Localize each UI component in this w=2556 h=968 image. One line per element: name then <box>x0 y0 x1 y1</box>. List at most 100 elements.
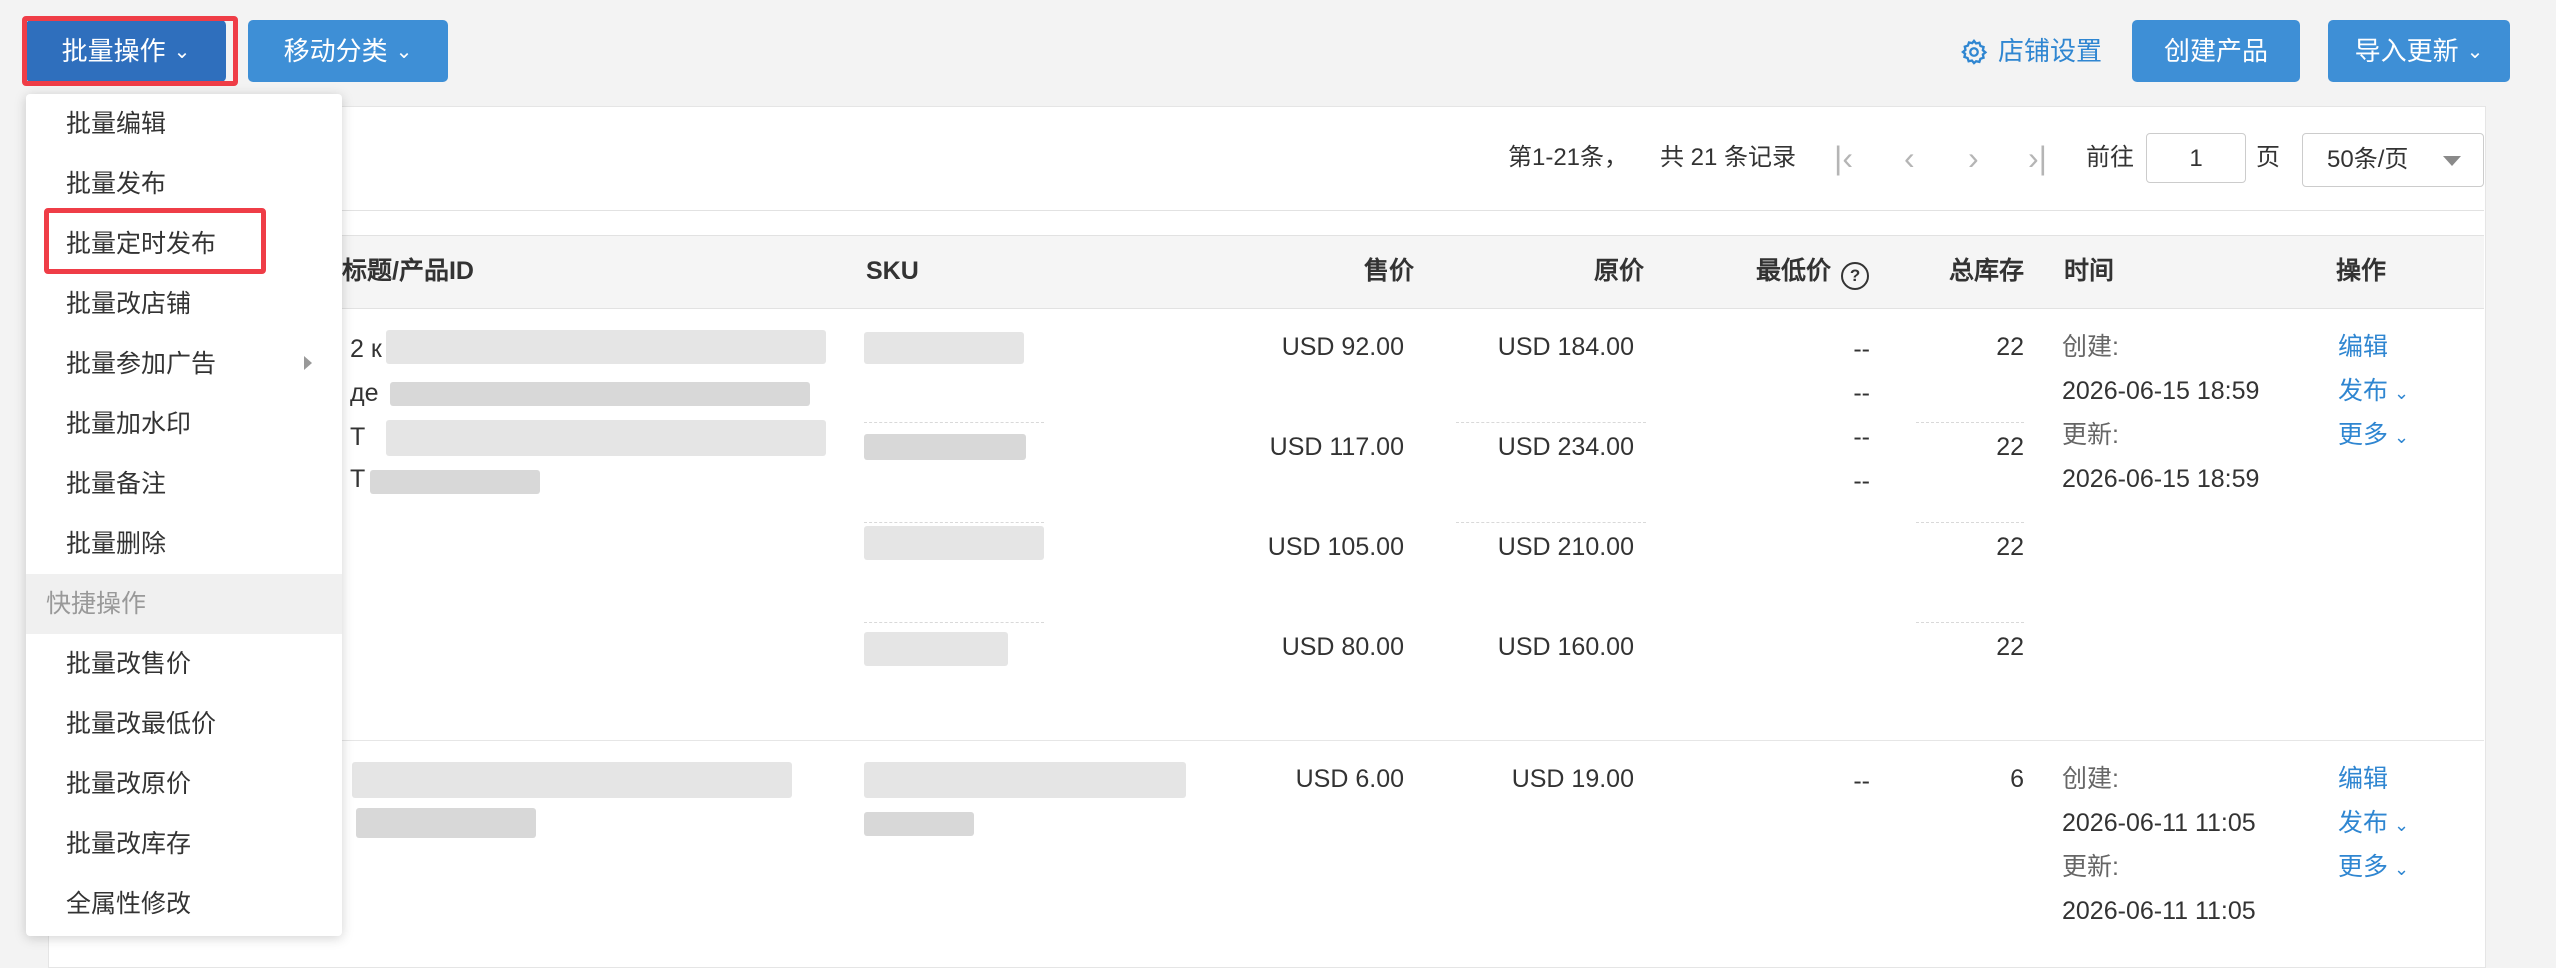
created-label: 创建: <box>2062 765 2119 793</box>
header-stock: 总库存 <box>1948 257 2024 285</box>
title-fragment: 2 к <box>350 335 382 363</box>
updated-label: 更新: <box>2062 853 2119 881</box>
first-page-icon[interactable]: |‹ <box>1834 140 1853 176</box>
page-size-select[interactable]: 50条/页 <box>2302 133 2484 187</box>
publish-label: 发布 <box>2338 377 2389 405</box>
min-price-value: -- <box>1853 767 1870 795</box>
updated-label: 更新: <box>2062 421 2119 449</box>
edit-link[interactable]: 编辑 <box>2338 762 2388 796</box>
created-time: 2026-06-11 11:05 <box>2062 809 2256 837</box>
import-update-button[interactable]: 导入更新 ⌄ <box>2328 20 2510 82</box>
header-price: 售价 <box>1363 257 1414 285</box>
created-label: 创建: <box>2062 333 2119 361</box>
price-value: USD 105.00 <box>1267 533 1404 561</box>
header-min-price: 最低价? <box>1756 253 1870 290</box>
title-fragment: Т <box>350 465 366 493</box>
last-page-icon[interactable]: ›| <box>2028 140 2047 176</box>
move-category-button[interactable]: 移动分类 ⌄ <box>248 20 448 82</box>
original-price-value: USD 160.00 <box>1497 633 1634 661</box>
divider <box>1916 522 2024 523</box>
gear-icon <box>1961 39 1988 65</box>
blurred-sku <box>864 526 1044 560</box>
page-size-value: 50条/页 <box>2327 146 2409 173</box>
min-price-value: -- <box>1853 423 1870 451</box>
menu-item-batch-note[interactable]: 批量备注 <box>66 464 166 504</box>
blurred-sku <box>864 812 974 836</box>
blurred-title <box>370 470 540 494</box>
updated-time: 2026-06-11 11:05 <box>2062 897 2256 925</box>
edit-link[interactable]: 编辑 <box>2338 330 2388 364</box>
more-label: 更多 <box>2338 421 2389 449</box>
blurred-title <box>352 762 792 798</box>
menu-group-label: 快捷操作 <box>46 590 147 618</box>
stock-value: 6 <box>2010 765 2024 793</box>
pager-range: 第1-21条， <box>1508 144 1629 171</box>
min-price-value: -- <box>1853 335 1870 363</box>
more-link[interactable]: 更多 ⌄ <box>2338 418 2409 454</box>
menu-item-batch-publish[interactable]: 批量发布 <box>66 164 166 204</box>
divider <box>864 622 1044 623</box>
pager-total: 共 21 条记录 <box>1660 144 1797 171</box>
divider <box>48 740 2484 741</box>
blurred-sku <box>864 332 1024 364</box>
next-page-icon[interactable]: › <box>1968 140 1979 176</box>
store-settings-label: 店铺设置 <box>1998 36 2103 66</box>
menu-item-change-price[interactable]: 批量改售价 <box>66 644 191 684</box>
chevron-down-icon: ⌄ <box>2394 383 2410 403</box>
highlight-outline <box>22 16 238 86</box>
goto-label: 前往 <box>2086 144 2134 171</box>
blurred-sku <box>864 632 1008 666</box>
menu-item-batch-edit[interactable]: 批量编辑 <box>66 104 166 144</box>
created-time: 2026-06-15 18:59 <box>2062 377 2260 405</box>
divider <box>1456 522 1646 523</box>
blurred-sku <box>864 762 1186 798</box>
stock-value: 22 <box>1996 433 2024 461</box>
menu-item-change-stock[interactable]: 批量改库存 <box>66 824 191 864</box>
chevron-down-icon: ⌄ <box>395 41 413 63</box>
price-value: USD 92.00 <box>1281 333 1404 361</box>
move-category-label: 移动分类 <box>283 36 388 66</box>
original-price-value: USD 210.00 <box>1497 533 1634 561</box>
chevron-right-icon <box>304 356 312 370</box>
prev-page-icon[interactable]: ‹ <box>1904 140 1915 176</box>
header-sku: SKU <box>866 257 919 285</box>
menu-item-batch-join-ads[interactable]: 批量参加广告 <box>66 344 216 384</box>
header-title: 标题/产品ID <box>342 257 474 285</box>
stock-value: 22 <box>1996 633 2024 661</box>
divider <box>1456 422 1646 423</box>
import-update-label: 导入更新 <box>2354 36 2459 66</box>
menu-item-batch-watermark[interactable]: 批量加水印 <box>66 404 191 444</box>
original-price-value: USD 234.00 <box>1497 433 1634 461</box>
original-price-value: USD 19.00 <box>1511 765 1634 793</box>
page-unit-label: 页 <box>2256 144 2280 171</box>
store-settings-link[interactable]: 店铺设置 <box>1960 20 2102 82</box>
menu-item-batch-change-store[interactable]: 批量改店铺 <box>66 284 191 324</box>
min-price-value: -- <box>1853 379 1870 407</box>
divider <box>1916 422 2024 423</box>
more-link[interactable]: 更多 ⌄ <box>2338 850 2409 886</box>
create-product-button[interactable]: 创建产品 <box>2132 20 2300 82</box>
page-number-input[interactable]: 1 <box>2146 133 2246 183</box>
blurred-title <box>356 808 536 838</box>
caret-down-icon <box>2443 156 2461 166</box>
publish-link[interactable]: 发布 ⌄ <box>2338 806 2409 842</box>
highlight-outline <box>44 208 266 274</box>
publish-link[interactable]: 发布 ⌄ <box>2338 374 2409 410</box>
menu-item-change-min-price[interactable]: 批量改最低价 <box>66 704 216 744</box>
original-price-value: USD 184.00 <box>1497 333 1634 361</box>
price-value: USD 117.00 <box>1269 433 1404 461</box>
divider <box>864 522 1044 523</box>
blurred-title <box>390 382 810 406</box>
divider <box>48 210 2484 211</box>
blurred-title <box>386 420 826 456</box>
price-value: USD 6.00 <box>1295 765 1404 793</box>
chevron-down-icon: ⌄ <box>2394 859 2410 879</box>
menu-item-edit-all-attributes[interactable]: 全属性修改 <box>66 884 191 924</box>
menu-item-batch-delete[interactable]: 批量删除 <box>66 524 166 564</box>
menu-item-change-original-price[interactable]: 批量改原价 <box>66 764 191 804</box>
blurred-sku <box>864 434 1026 460</box>
publish-label: 发布 <box>2338 809 2389 837</box>
stock-value: 22 <box>1996 333 2024 361</box>
title-fragment: де <box>350 379 379 407</box>
chevron-down-icon: ⌄ <box>2394 815 2410 835</box>
